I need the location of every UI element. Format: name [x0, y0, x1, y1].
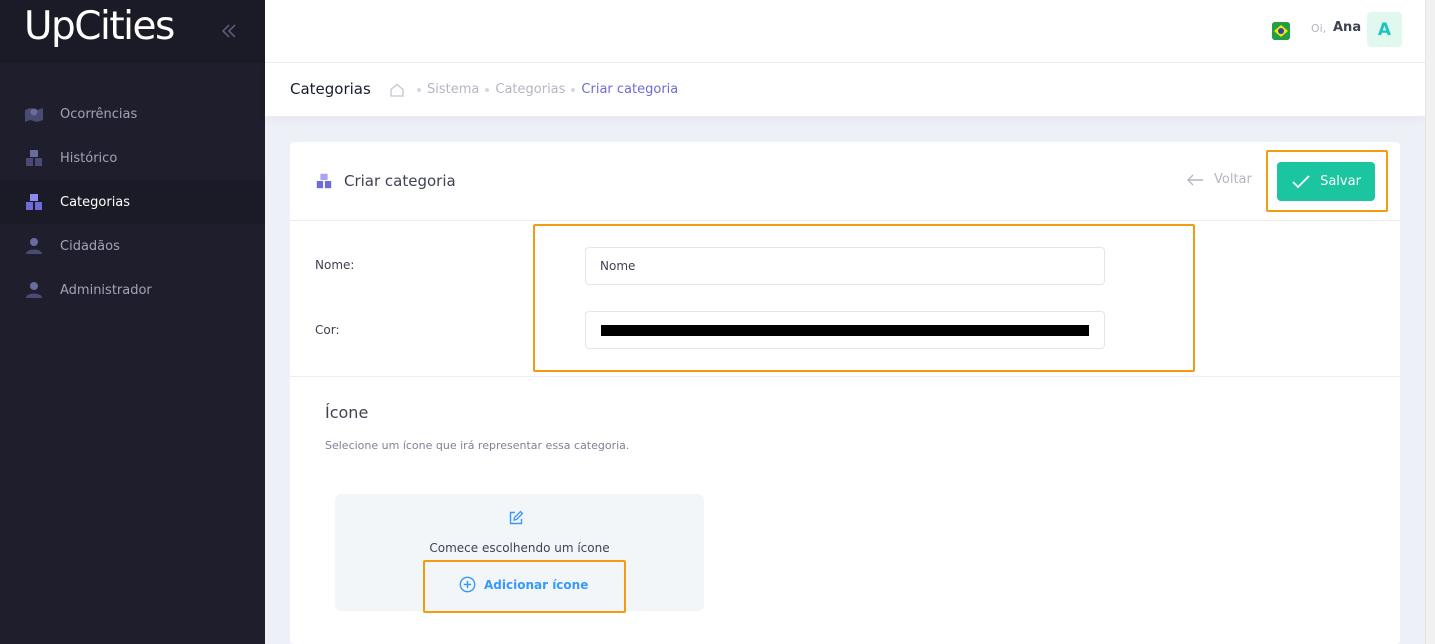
breadcrumb: Sistema Categorias Criar categoria — [411, 82, 678, 97]
user-name[interactable]: Ana — [1333, 20, 1361, 35]
breadcrumb-sistema[interactable]: Sistema — [427, 82, 479, 97]
sidebar-item-label: Administrador — [60, 282, 152, 298]
sidebar-menu: Ocorrências Histórico Categorias Cidadão… — [0, 92, 265, 312]
scrollbar[interactable] — [1425, 0, 1435, 644]
card-header: Criar categoria Voltar Salvar — [290, 142, 1400, 221]
icon-picker-box: Comece escolhendo um ícone Adicionar íco… — [335, 494, 704, 611]
top-header: Oi, Ana A — [265, 0, 1425, 63]
breadcrumb-categorias[interactable]: Categorias — [495, 82, 565, 97]
sidebar-item-historico[interactable]: Histórico — [0, 136, 265, 180]
sidebar-item-administrador[interactable]: Administrador — [0, 268, 265, 312]
sidebar-item-label: Ocorrências — [60, 106, 138, 122]
edit-icon[interactable] — [508, 510, 524, 526]
breadcrumb-criar-categoria[interactable]: Criar categoria — [581, 82, 678, 97]
sidebar-item-label: Histórico — [60, 150, 118, 166]
home-icon[interactable] — [389, 82, 405, 98]
name-field[interactable] — [585, 247, 1105, 285]
user-icon — [24, 280, 44, 300]
brazil-flag-icon[interactable] — [1272, 22, 1290, 40]
color-swatch — [601, 325, 1089, 336]
color-label: Cor: — [315, 323, 340, 337]
back-button[interactable]: Voltar — [1186, 172, 1252, 187]
save-label: Salvar — [1320, 174, 1361, 189]
card-title: Criar categoria — [344, 172, 456, 190]
page-title: Categorias — [290, 80, 371, 98]
sidebar-item-label: Cidadãos — [60, 238, 120, 254]
collapse-sidebar-icon[interactable] — [218, 20, 240, 42]
sidebar: UpCities Ocorrências Histórico Categoria… — [0, 0, 265, 644]
name-label: Nome: — [315, 258, 355, 272]
add-icon-label: Adicionar ícone — [484, 577, 589, 592]
plus-circle-icon — [459, 576, 476, 593]
divider — [290, 376, 1400, 377]
save-button[interactable]: Salvar — [1277, 162, 1375, 201]
sidebar-item-categorias[interactable]: Categorias — [0, 180, 265, 224]
empty-icon-text: Comece escolhendo um ícone — [429, 541, 610, 555]
icon-section-title: Ícone — [325, 403, 369, 422]
create-category-card: Criar categoria Voltar Salvar Nome: Cor:… — [290, 142, 1400, 644]
add-icon-button[interactable]: Adicionar ícone — [459, 576, 588, 593]
check-icon — [1292, 174, 1310, 188]
app-logo[interactable]: UpCities — [24, 4, 175, 49]
sidebar-item-label: Categorias — [60, 194, 131, 210]
user-icon — [24, 236, 44, 256]
map-marker-icon — [24, 104, 44, 124]
boxes-icon — [24, 192, 44, 212]
brand-bar: UpCities — [0, 0, 265, 63]
color-picker[interactable] — [585, 311, 1105, 349]
boxes-icon — [315, 172, 333, 190]
avatar[interactable]: A — [1367, 12, 1402, 47]
back-label: Voltar — [1214, 172, 1252, 187]
greeting-text: Oi, — [1311, 22, 1327, 35]
sidebar-item-cidadaos[interactable]: Cidadãos — [0, 224, 265, 268]
subheader: Categorias Sistema Categorias Criar cate… — [265, 63, 1425, 116]
sidebar-item-ocorrencias[interactable]: Ocorrências — [0, 92, 265, 136]
icon-section-description: Selecione um ícone que irá representar e… — [325, 439, 630, 452]
boxes-icon — [24, 148, 44, 168]
arrow-left-icon — [1187, 174, 1203, 185]
